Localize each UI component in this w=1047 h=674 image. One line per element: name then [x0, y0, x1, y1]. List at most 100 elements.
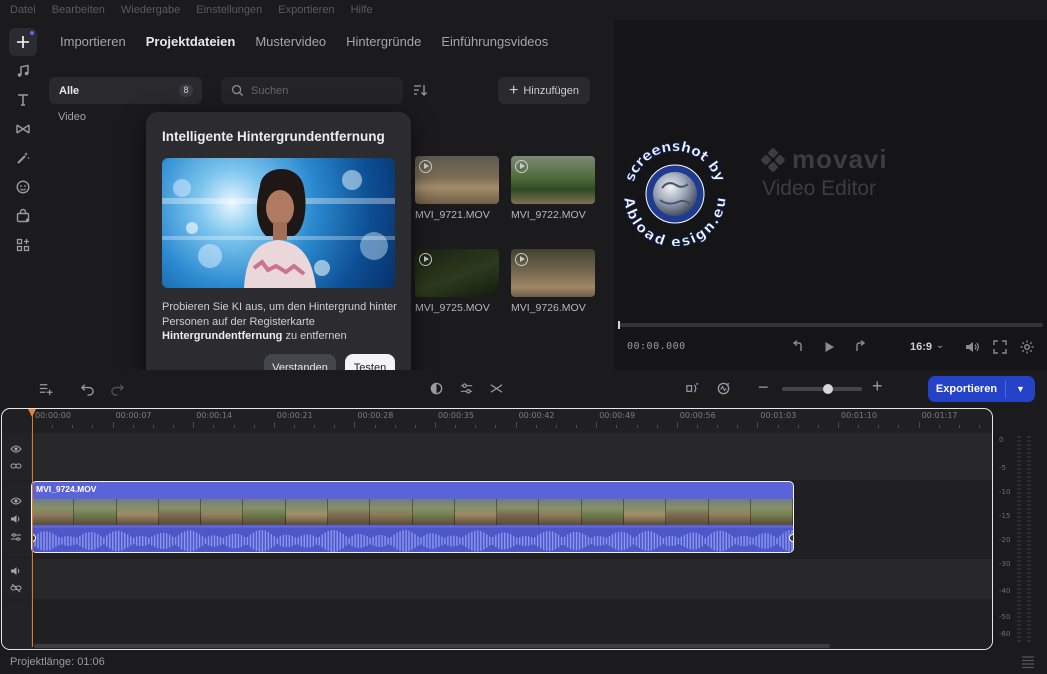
panel-layout-icon[interactable]: [1020, 654, 1036, 670]
ruler-tick: [455, 425, 457, 428]
search-icon: [231, 84, 244, 97]
ruler-tick: [475, 425, 477, 428]
ruler-label: 00:00:35: [438, 411, 474, 420]
filmstrip-frame: [412, 499, 455, 525]
zoom-slider-knob[interactable]: [823, 384, 833, 394]
tab-importieren[interactable]: Importieren: [60, 34, 126, 49]
ruler-tick: [253, 425, 255, 428]
more-tools-button[interactable]: [9, 231, 37, 259]
ruler-tick: [576, 425, 578, 428]
filmstrip-frame: [708, 499, 751, 525]
menu-einstellungen[interactable]: Einstellungen: [196, 4, 262, 16]
store-button[interactable]: [9, 202, 37, 230]
undo-step-icon[interactable]: [790, 339, 806, 355]
volume-icon[interactable]: [964, 339, 980, 355]
zoom-slider[interactable]: [782, 384, 862, 394]
ruler-tick: [616, 425, 618, 428]
ruler-tick: [193, 422, 195, 428]
track-body[interactable]: [33, 559, 992, 599]
redo-icon[interactable]: [110, 381, 125, 396]
menu-exportieren[interactable]: Exportieren: [278, 4, 334, 16]
play-icon: [419, 253, 432, 266]
tab-hintergruende[interactable]: Hintergründe: [346, 34, 421, 49]
adjust-sliders-icon[interactable]: [459, 381, 474, 396]
redo-step-icon[interactable]: [852, 339, 868, 355]
popup-text-bold: Hintergrundentfernung: [162, 330, 283, 342]
transition-wizard-icon[interactable]: [489, 381, 504, 396]
brand-logo: movavi Video Editor: [760, 144, 888, 201]
filmstrip-frame: [581, 499, 624, 525]
media-item[interactable]: MVI_9725.MOV: [415, 249, 499, 314]
progress-knob[interactable]: [618, 321, 620, 329]
menu-hilfe[interactable]: Hilfe: [351, 4, 373, 16]
track-body[interactable]: [33, 433, 992, 480]
search-box[interactable]: [221, 77, 403, 104]
transition-icon: [16, 124, 30, 134]
import-plus-button[interactable]: [9, 28, 37, 56]
timeline-scrollbar[interactable]: [34, 644, 830, 648]
zoom-out-button[interactable]: −: [758, 377, 769, 398]
stickers-button[interactable]: [9, 173, 37, 201]
ruler-tick: [636, 425, 638, 428]
effects-button[interactable]: [9, 144, 37, 172]
media-item[interactable]: MVI_9721.MOV: [415, 156, 499, 221]
folder-all[interactable]: Alle 8: [49, 77, 202, 104]
play-button-icon[interactable]: [821, 339, 837, 355]
play-icon: [419, 160, 432, 173]
ruler-label: 00:01:03: [760, 411, 797, 420]
menu-wiedergabe[interactable]: Wiedergabe: [121, 4, 180, 16]
meter-label: -5: [999, 464, 1006, 472]
menu-datei[interactable]: Datei: [10, 4, 36, 16]
color-adjust-icon[interactable]: [429, 381, 444, 396]
transitions-button[interactable]: [9, 115, 37, 143]
clip-trim-handle-right[interactable]: [789, 534, 793, 542]
link-icon[interactable]: [10, 460, 22, 472]
current-time: 00:00.000: [627, 341, 686, 352]
undo-icon[interactable]: [80, 381, 95, 396]
media-item[interactable]: MVI_9726.MOV: [511, 249, 595, 314]
audio-sync-icon[interactable]: [716, 381, 731, 396]
zoom-in-button[interactable]: +: [872, 376, 883, 397]
ruler-tick: [334, 425, 336, 428]
ruler-tick: [958, 425, 960, 428]
unlink-icon[interactable]: [10, 582, 22, 594]
volume-icon[interactable]: [10, 513, 22, 525]
folder-video[interactable]: Video: [58, 111, 86, 123]
playhead[interactable]: [28, 409, 36, 647]
titles-button[interactable]: [9, 86, 37, 114]
export-button[interactable]: Exportieren ▼: [928, 376, 1035, 402]
time-ruler[interactable]: 00:00:00 00:00:07 00:00:14 00:00:21 00:00:28…: [32, 409, 992, 431]
preview-player[interactable]: screenshot by Abload esign.eu movavi Vid…: [614, 20, 1047, 370]
tab-mustervideo[interactable]: Mustervideo: [255, 34, 326, 49]
music-button[interactable]: [9, 57, 37, 85]
voice-record-icon[interactable]: [685, 381, 700, 396]
meter-label: -10: [999, 488, 1011, 496]
eye-icon[interactable]: [10, 443, 22, 455]
media-item[interactable]: MVI_9722.MOV: [511, 156, 595, 221]
sort-icon[interactable]: [412, 82, 428, 98]
settings-gear-icon[interactable]: [1019, 339, 1035, 355]
brand-name: movavi: [792, 144, 888, 174]
volume-icon[interactable]: [10, 565, 22, 577]
menu-bearbeiten[interactable]: Bearbeiten: [52, 4, 105, 16]
fullscreen-icon[interactable]: [992, 339, 1008, 355]
tab-projektdateien[interactable]: Projektdateien: [146, 34, 236, 49]
track-body[interactable]: [33, 601, 992, 649]
search-input[interactable]: [251, 84, 391, 97]
chevron-down-icon[interactable]: ⌄: [936, 340, 944, 351]
tab-einfuehrungsvideos[interactable]: Einführungsvideos: [441, 34, 548, 49]
plus-icon: +: [509, 81, 519, 99]
add-track-icon[interactable]: [38, 381, 53, 396]
aspect-ratio[interactable]: 16:9: [910, 341, 932, 353]
ruler-tick: [414, 425, 416, 428]
playback-progress-bar[interactable]: [618, 321, 1043, 329]
chevron-down-icon[interactable]: ▼: [1006, 384, 1035, 394]
folder-all-label: Alle: [59, 84, 80, 97]
sticker-smiley-icon: [16, 180, 30, 194]
video-clip[interactable]: MVI_9724.MOV: [31, 481, 794, 553]
ruler-tick: [737, 425, 739, 428]
audio-settings-icon[interactable]: [10, 531, 22, 543]
add-media-button[interactable]: + Hinzufügen: [498, 77, 590, 104]
eye-icon[interactable]: [10, 495, 22, 507]
player-controls: 00:00.000 16:9 ⌄: [614, 337, 1047, 359]
